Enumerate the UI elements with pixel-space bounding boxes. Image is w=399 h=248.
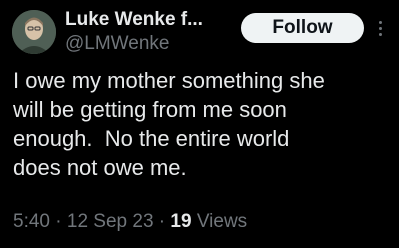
follow-button[interactable]: Follow (241, 13, 364, 43)
tweet-date[interactable]: 12 Sep 23 (67, 211, 154, 232)
profile-photo-icon (12, 10, 56, 54)
tweet-line: does not owe me. (13, 155, 187, 180)
meta-separator: · (158, 211, 166, 232)
tweet-meta: 5:40 · 12 Sep 23 · 19 Views (13, 211, 247, 233)
user-handle[interactable]: @LMWenke (65, 33, 169, 55)
tweet-line: enough. No the entire world (13, 126, 290, 151)
tweet-time[interactable]: 5:40 (13, 211, 50, 232)
views-count: 19 (170, 211, 192, 232)
tweet-line: I owe my mother something she (13, 68, 325, 93)
display-name[interactable]: Luke Wenke f... (65, 9, 203, 31)
tweet-line: will be getting from me soon (13, 97, 287, 122)
dot (378, 32, 382, 36)
dot (378, 20, 382, 24)
meta-separator: · (55, 211, 62, 232)
avatar[interactable] (12, 10, 56, 54)
dot (378, 26, 382, 30)
more-vertical-icon[interactable] (372, 16, 388, 40)
tweet-text: I owe my mother something she will be ge… (13, 66, 393, 182)
views-label: Views (196, 211, 248, 232)
